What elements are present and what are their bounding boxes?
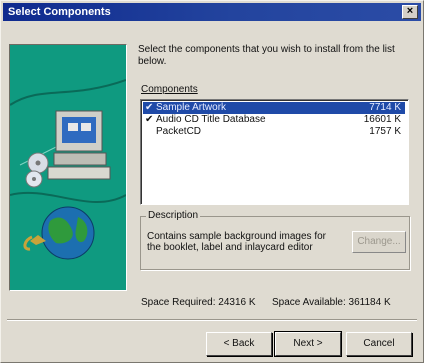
- components-listbox[interactable]: ✔ Sample Artwork 7714 K ✔ Audio CD Title…: [140, 99, 409, 205]
- setup-artwork-graphic: [10, 79, 126, 260]
- component-size: 16601 K: [363, 114, 401, 125]
- checkmark-icon: ✔: [145, 102, 154, 113]
- select-components-dialog: Select Components × Select the component…: [0, 0, 424, 363]
- change-button[interactable]: Change...: [352, 231, 406, 253]
- list-item-sample-artwork[interactable]: ✔ Sample Artwork 7714 K: [143, 102, 405, 114]
- next-button[interactable]: Next >: [274, 331, 342, 357]
- close-icon: ×: [406, 5, 414, 17]
- space-available-label: Space Available:: [272, 297, 346, 308]
- computer-icon: [47, 110, 111, 180]
- cd-icon: [25, 152, 49, 188]
- description-group: Description Contains sample background i…: [140, 210, 410, 270]
- component-name: Audio CD Title Database: [156, 114, 266, 125]
- component-name: PacketCD: [156, 126, 202, 137]
- title-bar[interactable]: Select Components ×: [3, 3, 421, 21]
- back-button[interactable]: < Back: [206, 332, 272, 356]
- close-button[interactable]: ×: [402, 5, 418, 19]
- space-required-label: Space Required:: [141, 297, 216, 308]
- component-size: 1757 K: [369, 126, 401, 137]
- window-title: Select Components: [8, 6, 111, 18]
- space-required: Space Required: 24316 K: [141, 297, 256, 308]
- description-legend: Description: [146, 210, 201, 221]
- instruction-text: Select the components that you wish to i…: [138, 44, 395, 67]
- globe-icon: [23, 206, 95, 260]
- space-available-value: 361184 K: [348, 297, 391, 308]
- cancel-button[interactable]: Cancel: [346, 332, 412, 356]
- list-item-packetcd[interactable]: PacketCD 1757 K: [143, 126, 405, 138]
- space-required-value: 24316 K: [218, 297, 256, 308]
- checkmark-icon: ✔: [145, 114, 154, 125]
- list-item-audio-cd-title-database[interactable]: ✔ Audio CD Title Database 16601 K: [143, 114, 405, 126]
- component-name: Sample Artwork: [156, 102, 227, 113]
- separator: [7, 319, 417, 321]
- space-available: Space Available: 361184 K: [272, 297, 391, 308]
- component-size: 7714 K: [369, 102, 401, 113]
- description-text: Contains sample background images for th…: [147, 231, 326, 253]
- components-label: Components: [141, 84, 198, 95]
- setup-artwork: [9, 44, 127, 291]
